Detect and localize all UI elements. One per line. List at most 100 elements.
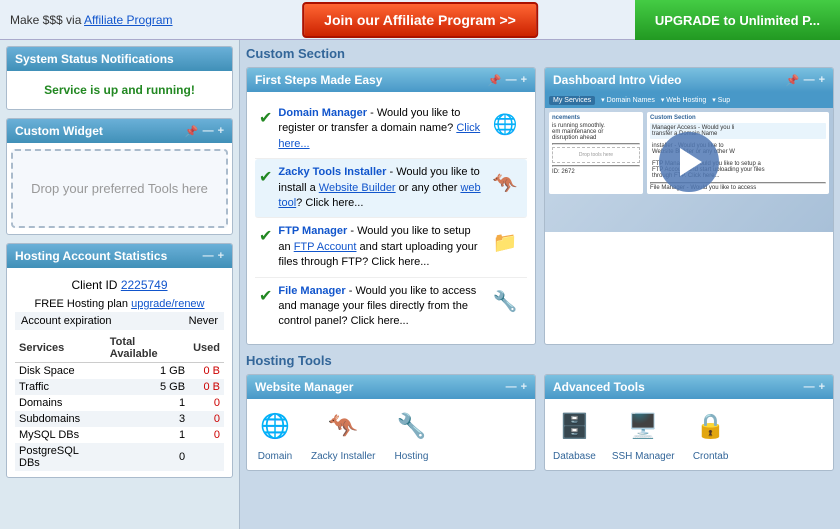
custom-section: Custom Section First Steps Made Easy 📌 —… — [246, 46, 834, 345]
stats-row: PostgreSQL DBs0 — [15, 443, 224, 471]
top-bar: Make $$$ via Affiliate Program Join our … — [0, 0, 840, 40]
custom-section-label: Custom Section — [246, 46, 834, 61]
ssh-tool-label: SSH Manager — [612, 451, 675, 462]
minus-icon5[interactable]: — — [506, 381, 517, 393]
video-thumbnail[interactable]: My Services ▾ Domain Names ▾ Web Hosting… — [545, 92, 833, 232]
website-manager-header: Website Manager — + — [247, 375, 535, 399]
main-content: Custom Section First Steps Made Easy 📌 —… — [240, 40, 840, 529]
stat-used: 0 B — [189, 379, 224, 395]
stats-row: Traffic5 GB0 B — [15, 379, 224, 395]
crontab-tool-icon: 🔒 — [691, 407, 731, 447]
zacky-icon: 🦘 — [487, 165, 523, 201]
custom-widget-title: Custom Widget — [15, 124, 103, 138]
custom-widget: Custom Widget 📌 — + Drop your preferred … — [6, 118, 233, 235]
domain-manager-link[interactable]: Domain Manager — [278, 107, 367, 119]
check-icon-domain: ✔ — [259, 108, 272, 128]
video-preview: My Services ▾ Domain Names ▾ Web Hosting… — [545, 92, 833, 232]
tool-zacky-installer[interactable]: 🦘 Zacky Installer — [311, 407, 375, 462]
system-status-widget: System Status Notifications Service is u… — [6, 46, 233, 110]
plus-icon4[interactable]: + — [819, 74, 825, 87]
hosting-stats-widget: Hosting Account Statistics — + Client ID… — [6, 243, 233, 478]
pin-icon[interactable]: 📌 — [185, 125, 199, 138]
minus-icon3[interactable]: — — [506, 74, 517, 87]
tool-hosting[interactable]: 🔧 Hosting — [391, 407, 431, 462]
stats-row: Domains10 — [15, 395, 224, 411]
hosting-stats-header: Hosting Account Statistics — + — [7, 244, 232, 268]
advanced-tools-panel: Advanced Tools — + 🗄️ Database 🖥️ — [544, 374, 834, 471]
website-manager-panel: Website Manager — + 🌐 Domain 🦘 — [246, 374, 536, 471]
hosting-stats-body: Client ID 2225749 FREE Hosting plan upgr… — [7, 268, 232, 477]
pin-icon3[interactable]: 📌 — [786, 74, 800, 87]
website-manager-title: Website Manager — [255, 380, 353, 394]
hosting-tools-label: Hosting Tools — [246, 353, 834, 368]
custom-widget-icons: 📌 — + — [185, 125, 224, 138]
stat-service: Traffic — [15, 379, 106, 395]
file-icon: 🔧 — [487, 284, 523, 320]
stat-used — [189, 443, 224, 471]
check-icon-zacky: ✔ — [259, 167, 272, 187]
step-ftp-text: FTP Manager - Would you like to setup an… — [278, 224, 481, 270]
affiliate-text: Make $$$ via Affiliate Program — [0, 13, 183, 27]
stats-row: Subdomains30 — [15, 411, 224, 427]
pin-icon2[interactable]: 📌 — [488, 74, 502, 87]
make-money-text: Make $$$ via — [10, 13, 84, 27]
plus-icon6[interactable]: + — [819, 381, 825, 393]
play-button[interactable] — [659, 132, 719, 192]
first-steps-panel: First Steps Made Easy 📌 — + ✔ Domain — [246, 67, 536, 345]
stats-table: Services Total Available Used Disk Space… — [15, 334, 224, 471]
zacky-installer-link[interactable]: Zacky Tools Installer — [278, 166, 386, 178]
tool-crontab[interactable]: 🔒 Crontab — [691, 407, 731, 462]
plus-icon3[interactable]: + — [521, 74, 527, 87]
upgrade-button[interactable]: UPGRADE to Unlimited P... — [635, 0, 840, 40]
stat-available: 1 — [106, 427, 189, 443]
stats-row: MySQL DBs10 — [15, 427, 224, 443]
first-steps-header: First Steps Made Easy 📌 — + — [247, 68, 535, 92]
stat-used: 0 — [189, 427, 224, 443]
domain-tool-icon: 🌐 — [255, 407, 295, 447]
tool-ssh-manager[interactable]: 🖥️ SSH Manager — [612, 407, 675, 462]
tool-domain[interactable]: 🌐 Domain — [255, 407, 295, 462]
hosting-plan-text: FREE Hosting plan — [35, 298, 132, 310]
dashboard-video-panel: Dashboard Intro Video 📌 — + My — [544, 67, 834, 345]
first-steps-body: ✔ Domain Manager - Would you like to reg… — [247, 92, 535, 344]
tool-database[interactable]: 🗄️ Database — [553, 407, 596, 462]
plus-icon2[interactable]: + — [218, 250, 224, 262]
domain-tool-label: Domain — [258, 451, 292, 462]
stat-service: Domains — [15, 395, 106, 411]
stat-used: 0 — [189, 395, 224, 411]
col-available: Total Available — [106, 334, 189, 363]
play-button-container — [545, 92, 833, 232]
hosting-plan-row: FREE Hosting plan upgrade/renew — [15, 296, 224, 312]
affiliate-link[interactable]: Affiliate Program — [84, 13, 172, 27]
website-builder-link[interactable]: Website Builder — [319, 182, 396, 194]
client-id-value[interactable]: 2225749 — [121, 278, 168, 292]
zacky-tool-icon: 🦘 — [323, 407, 363, 447]
hosting-plan-link[interactable]: upgrade/renew — [131, 298, 204, 310]
drop-area[interactable]: Drop your preferred Tools here — [11, 149, 228, 228]
video-header-icons: 📌 — + — [786, 74, 825, 87]
dashboard-video-header: Dashboard Intro Video 📌 — + — [545, 68, 833, 92]
stat-available: 5 GB — [106, 379, 189, 395]
plus-icon5[interactable]: + — [521, 381, 527, 393]
ftp-manager-link[interactable]: FTP Manager — [278, 225, 347, 237]
system-status-header: System Status Notifications — [7, 47, 232, 71]
plus-icon[interactable]: + — [218, 125, 224, 138]
crontab-tool-label: Crontab — [693, 451, 729, 462]
minus-icon2[interactable]: — — [203, 250, 214, 262]
advanced-tools-body: 🗄️ Database 🖥️ SSH Manager 🔒 Crontab — [545, 399, 833, 470]
minus-icon6[interactable]: — — [804, 381, 815, 393]
step-ftp: ✔ FTP Manager - Would you like to setup … — [255, 218, 527, 277]
file-manager-link[interactable]: File Manager — [278, 285, 345, 297]
affiliate-button[interactable]: Join our Affiliate Program >> — [302, 2, 538, 38]
ftp-account-link[interactable]: FTP Account — [294, 241, 357, 253]
client-id-label: Client ID — [71, 278, 117, 292]
minus-icon4[interactable]: — — [804, 74, 815, 87]
check-icon-ftp: ✔ — [259, 226, 272, 246]
client-id-row: Client ID 2225749 — [15, 274, 224, 296]
minus-icon[interactable]: — — [203, 125, 214, 138]
stat-service: MySQL DBs — [15, 427, 106, 443]
custom-widget-header: Custom Widget 📌 — + — [7, 119, 232, 143]
step-zacky-text: Zacky Tools Installer - Would you like t… — [278, 165, 481, 211]
at-header-icons: — + — [804, 381, 825, 393]
system-status-body: Service is up and running! — [7, 71, 232, 109]
